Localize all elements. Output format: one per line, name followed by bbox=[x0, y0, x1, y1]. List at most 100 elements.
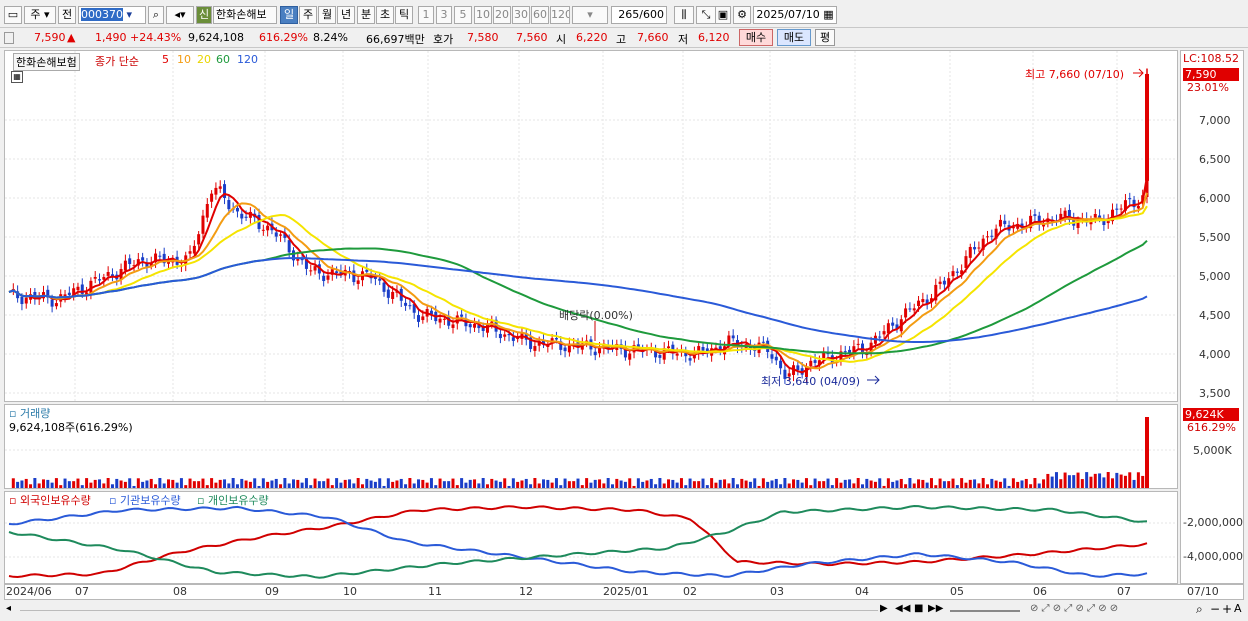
candle-icon[interactable]: ⫼ bbox=[674, 6, 694, 24]
checkbox-icon[interactable] bbox=[4, 32, 14, 44]
candle-body bbox=[93, 276, 97, 279]
candle-body bbox=[878, 336, 882, 338]
volume-bar bbox=[218, 479, 222, 488]
price-chart-panel[interactable]: 한화손해보험 종가 단순 5 10 20 60 120 ▦ 최고 7,660 (… bbox=[4, 50, 1178, 402]
candle-body bbox=[322, 275, 326, 282]
volume-bar bbox=[856, 478, 860, 488]
minute-60[interactable]: 60 bbox=[531, 6, 549, 24]
minute-3[interactable]: 3 bbox=[436, 6, 452, 24]
candle-body bbox=[192, 245, 196, 254]
volume-bar bbox=[253, 478, 257, 488]
candle-body bbox=[460, 314, 464, 317]
period-week[interactable]: 주 bbox=[299, 6, 317, 24]
minute-1[interactable]: 1 bbox=[418, 6, 434, 24]
period-month[interactable]: 월 bbox=[318, 6, 336, 24]
volume-bar bbox=[516, 481, 520, 488]
date-field[interactable]: 2025/07/10 ▦ bbox=[753, 6, 837, 24]
period-second[interactable]: 초 bbox=[376, 6, 394, 24]
stock-name-field[interactable]: 한화손해보 bbox=[213, 6, 277, 24]
candle-body bbox=[770, 354, 774, 359]
candle-body bbox=[779, 360, 783, 369]
volume-bar bbox=[395, 480, 399, 488]
tools-icons[interactable]: ⊘ ⤢ ⊘ ⤢ ⊘ ⤢ ⊘ ⊘ bbox=[1030, 603, 1118, 614]
candle-body bbox=[20, 296, 24, 305]
minute-120[interactable]: 120 bbox=[550, 6, 570, 24]
stop-icon[interactable]: ■ bbox=[914, 603, 923, 614]
volume-bar bbox=[585, 478, 589, 488]
minute-5[interactable]: 5 bbox=[454, 6, 472, 24]
minute-20[interactable]: 20 bbox=[493, 6, 511, 24]
volume-bar bbox=[11, 478, 15, 488]
holdings-panel[interactable]: ▫ 외국인보유수량 ▫ 기관보유수량 ▫ 개인보유수량 bbox=[4, 491, 1178, 584]
new-badge[interactable]: 신 bbox=[196, 6, 212, 24]
sound-icon[interactable]: ◂▾ bbox=[166, 6, 194, 24]
volume-bar bbox=[809, 485, 813, 488]
volume-bar bbox=[968, 479, 972, 488]
plus-icon[interactable]: + bbox=[1222, 602, 1232, 616]
zoom-slider[interactable] bbox=[950, 610, 1020, 612]
volume-panel[interactable]: ▫ 거래량 9,624,108주(616.29%) bbox=[4, 404, 1178, 489]
volume-bar bbox=[408, 478, 412, 488]
volume-bar bbox=[326, 478, 330, 488]
volume-bar bbox=[231, 478, 235, 488]
scroll-left-icon[interactable]: ◂ bbox=[6, 603, 11, 614]
save-icon[interactable]: ▣ bbox=[715, 6, 731, 24]
volume-bar bbox=[205, 485, 209, 488]
candle-body bbox=[158, 255, 162, 257]
scrollbar-track[interactable] bbox=[20, 610, 878, 611]
rewind-icon[interactable]: ◀◀ bbox=[895, 603, 910, 614]
period-tick[interactable]: 틱 bbox=[395, 6, 413, 24]
minute-10[interactable]: 10 bbox=[474, 6, 492, 24]
volume-bar bbox=[1063, 472, 1067, 488]
volume-bar bbox=[761, 478, 765, 488]
candle-body bbox=[688, 358, 692, 361]
volume-bar bbox=[365, 478, 369, 488]
volume-bar bbox=[313, 478, 317, 488]
gear-icon[interactable]: ⚙ bbox=[733, 6, 751, 24]
stock-legend[interactable]: 한화손해보험 bbox=[13, 53, 80, 71]
period-year[interactable]: 년 bbox=[337, 6, 355, 24]
change-value: 1,490 bbox=[95, 31, 127, 44]
chart-type-icon[interactable]: ▭ bbox=[4, 6, 22, 24]
volume-bar bbox=[873, 481, 877, 488]
text-size-icon[interactable]: A bbox=[1234, 602, 1242, 615]
pct-tag: 23.01% bbox=[1187, 81, 1229, 94]
volume-bar bbox=[641, 481, 645, 488]
volume-bar bbox=[1046, 473, 1050, 488]
volume-bar bbox=[735, 484, 739, 488]
candle-body bbox=[942, 280, 946, 285]
eval-button[interactable]: 평 bbox=[815, 29, 835, 46]
volume-bar bbox=[878, 478, 882, 488]
search-icon[interactable]: ⌕ bbox=[148, 6, 164, 24]
sell-button[interactable]: 매도 bbox=[777, 29, 811, 46]
ma5-legend: 5 bbox=[162, 53, 169, 66]
volume-bar bbox=[119, 480, 123, 488]
forward-icon[interactable]: ▶▶ bbox=[928, 603, 943, 614]
volume-bar bbox=[1141, 475, 1145, 488]
volume-chart-svg bbox=[5, 417, 1177, 488]
count-field[interactable]: 265/600 bbox=[611, 6, 667, 24]
minus-icon[interactable]: − bbox=[1210, 602, 1220, 616]
low-arrow-icon bbox=[867, 375, 880, 385]
prev-button[interactable]: 전 bbox=[58, 6, 76, 24]
zoom-out-icon[interactable]: ⌕ bbox=[1196, 602, 1203, 617]
candle-body bbox=[796, 365, 800, 371]
volume-bar bbox=[464, 482, 468, 488]
candle-body bbox=[598, 348, 602, 354]
grid-table-icon[interactable]: ▦ bbox=[11, 71, 23, 83]
candle-body bbox=[244, 216, 248, 218]
period-minute[interactable]: 분 bbox=[357, 6, 375, 24]
candle-body bbox=[809, 360, 813, 367]
draw-icon[interactable]: ⤡ bbox=[696, 6, 716, 24]
market-select[interactable]: 주 ▾ bbox=[24, 6, 56, 24]
candle-body bbox=[1119, 208, 1123, 210]
minute-30[interactable]: 30 bbox=[512, 6, 530, 24]
stock-code-input[interactable]: 000370 ▾ bbox=[78, 6, 146, 24]
period-day[interactable]: 일 bbox=[280, 6, 298, 24]
period-dropdown[interactable]: ▾ bbox=[572, 6, 608, 24]
buy-button[interactable]: 매수 bbox=[739, 29, 773, 46]
play-icon[interactable]: ▶ bbox=[880, 603, 888, 614]
x-label-02: 02 bbox=[683, 585, 697, 598]
volume-bar bbox=[723, 479, 727, 488]
volume-bar bbox=[197, 481, 201, 488]
